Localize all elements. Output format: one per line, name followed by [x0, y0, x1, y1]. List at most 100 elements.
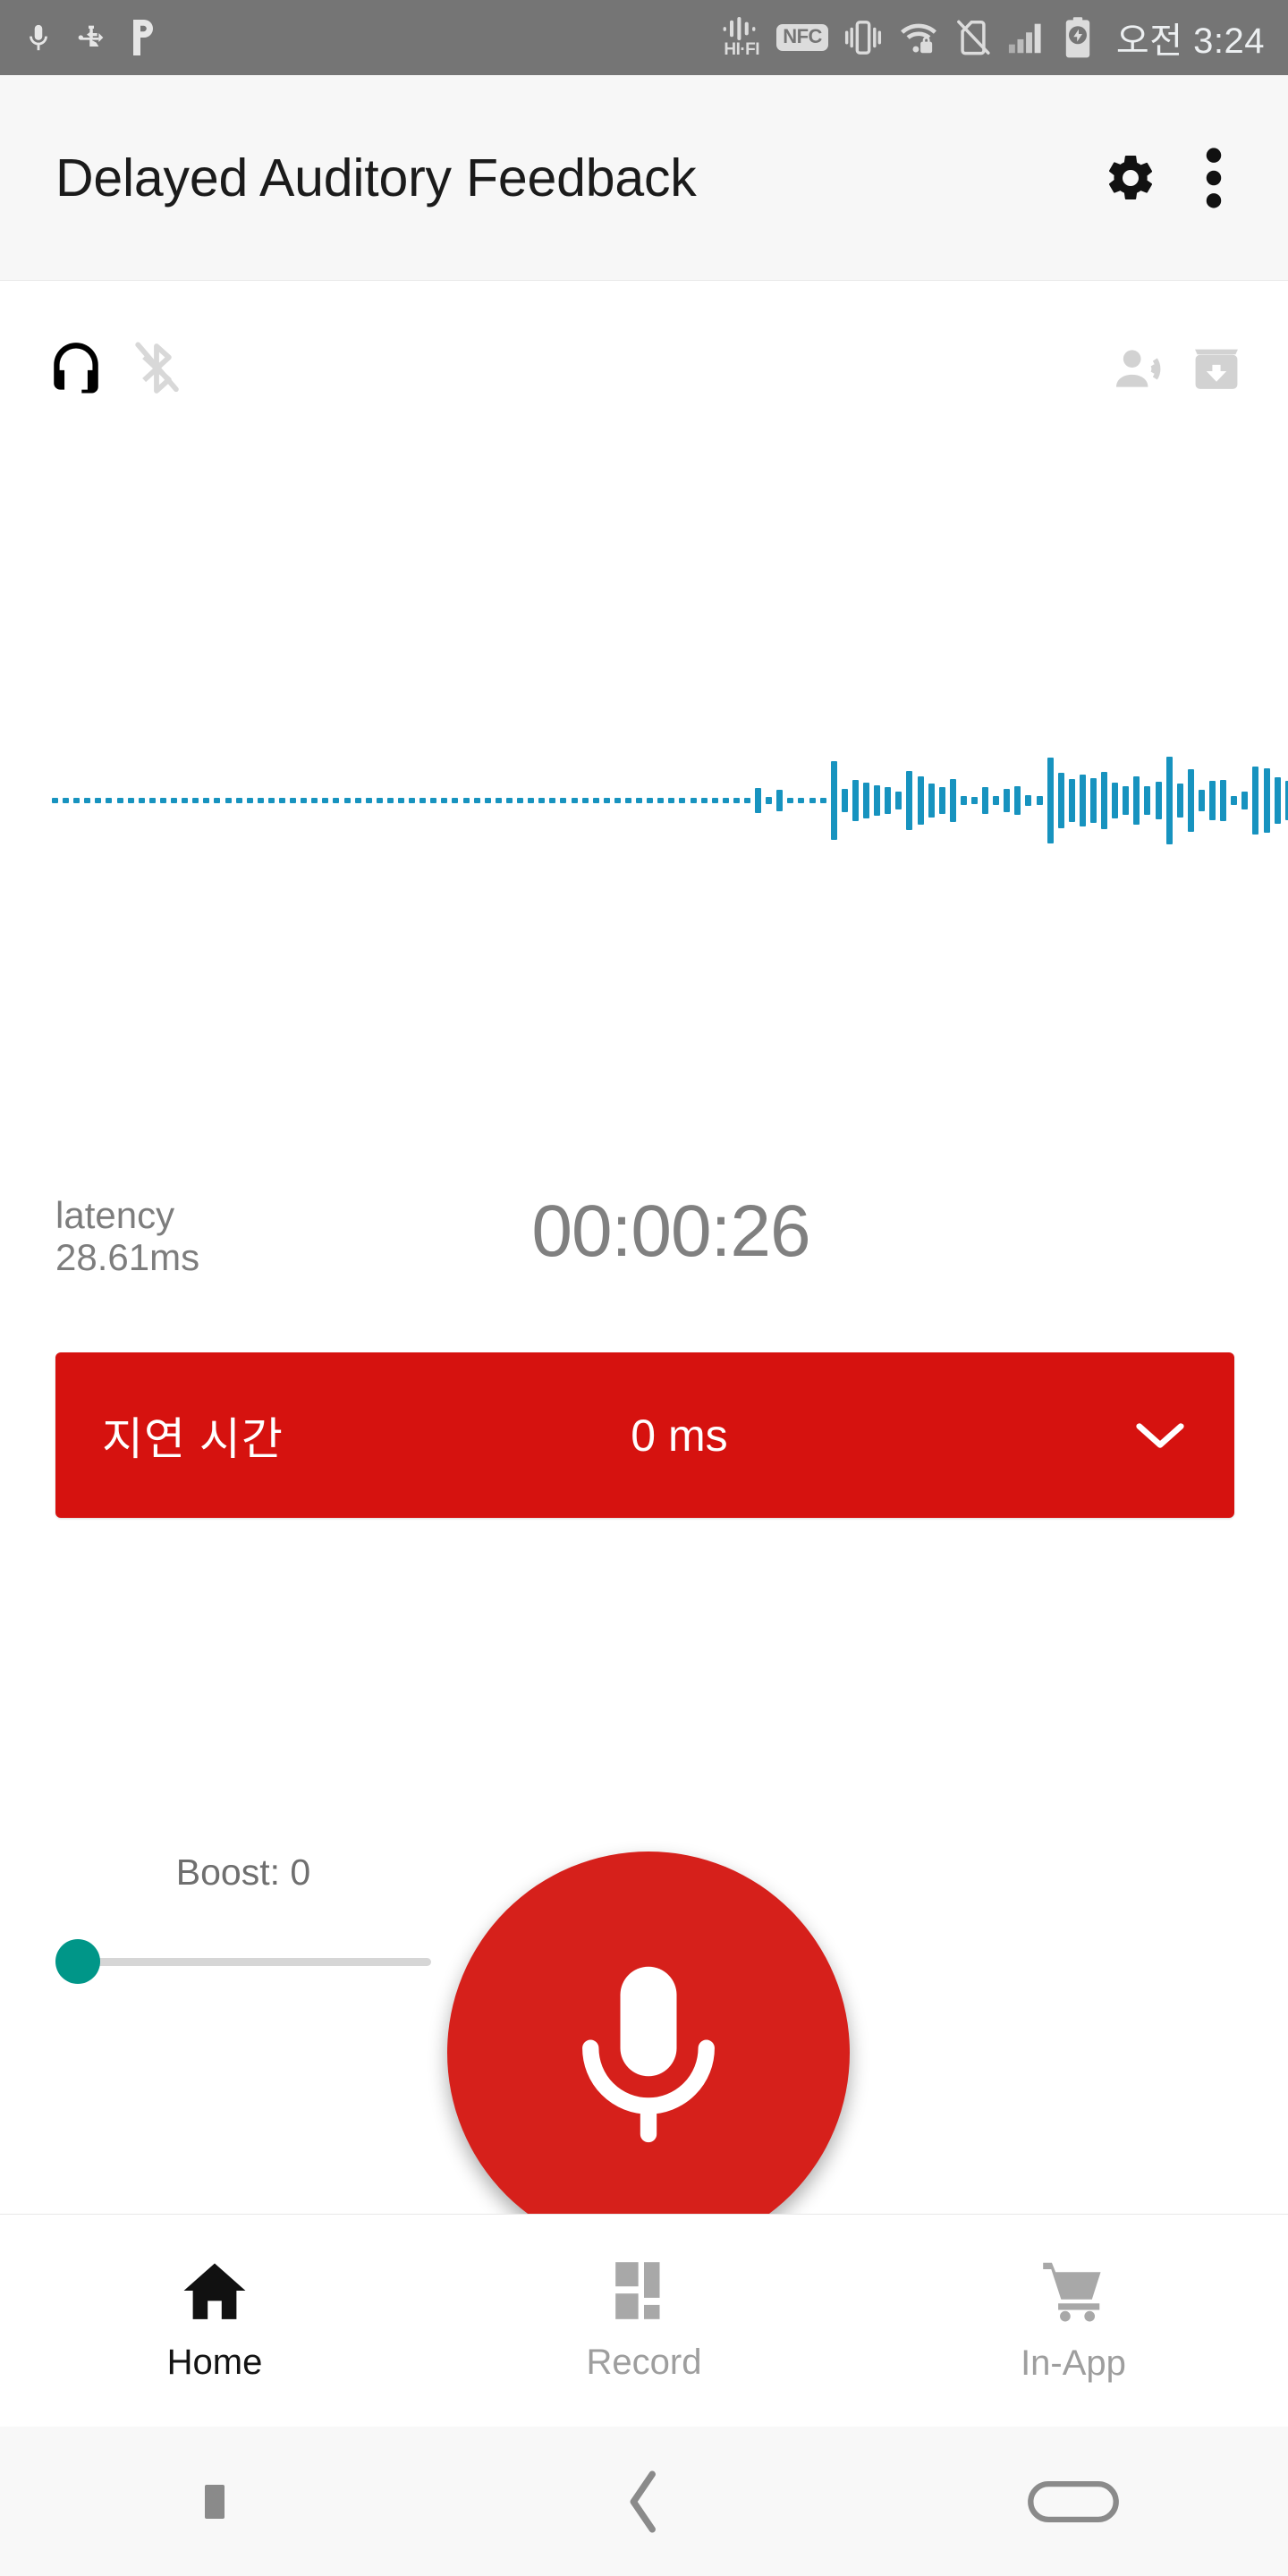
archive-download-icon[interactable] — [1191, 343, 1241, 394]
waveform-bar — [386, 798, 394, 803]
waveform-bar — [960, 796, 967, 805]
boost-slider-track[interactable] — [80, 1957, 431, 1966]
bluetooth-disabled-icon[interactable] — [131, 336, 182, 401]
waveform-bar — [776, 790, 784, 811]
waveform-bar — [744, 798, 750, 803]
overflow-menu-button[interactable] — [1204, 144, 1224, 212]
recents-button[interactable] — [0, 2484, 429, 2519]
waveform-bar — [257, 798, 264, 803]
boost-slider-thumb[interactable] — [55, 1939, 100, 1984]
waveform-bar — [841, 789, 848, 812]
app-bar: Delayed Auditory Feedback — [0, 75, 1288, 281]
waveform-bar — [171, 798, 178, 803]
waveform-bar — [722, 798, 729, 803]
waveform-bar — [419, 798, 427, 803]
back-icon — [630, 2470, 656, 2533]
waveform-bar — [182, 798, 189, 803]
device-status-right — [1114, 343, 1241, 394]
waveform-bar — [614, 798, 621, 803]
waveform-bar — [819, 798, 826, 803]
waveform-bar — [1004, 789, 1011, 812]
waveform-bar — [1133, 776, 1140, 825]
nav-item-record[interactable]: Record — [429, 2258, 859, 2383]
waveform-bar — [1014, 786, 1021, 815]
waveform-bar — [462, 798, 470, 803]
waveform-bar — [267, 798, 275, 803]
waveform-bar — [874, 785, 881, 816]
status-bar-right-icons: HI·FI NFC 오전 3:24 — [721, 12, 1265, 64]
dashboard-tiles-icon — [615, 2262, 660, 2319]
waveform-bar — [657, 798, 665, 803]
waveform-bar — [116, 798, 123, 803]
waveform-bar — [668, 798, 675, 803]
waveform-bar — [581, 798, 589, 803]
audio-waveform — [52, 720, 1288, 881]
headset-icon[interactable] — [47, 339, 106, 398]
waveform-bar — [301, 798, 308, 803]
shopping-cart-icon — [1043, 2262, 1101, 2322]
waveform-bar — [538, 798, 546, 803]
waveform-bar — [106, 798, 113, 803]
recents-icon — [205, 2484, 225, 2519]
waveform-bar — [528, 798, 535, 803]
waveform-bar — [84, 798, 91, 803]
waveform-bar — [798, 798, 805, 803]
nav-label-record: Record — [586, 2343, 702, 2382]
waveform-bar — [809, 798, 816, 803]
nav-item-home[interactable]: Home — [0, 2258, 429, 2383]
waveform-bar — [73, 798, 80, 803]
waveform-bar — [225, 798, 232, 803]
waveform-bar — [409, 798, 416, 803]
waveform-bar — [376, 798, 383, 803]
waveform-bar — [517, 798, 524, 803]
settings-button[interactable] — [1104, 151, 1157, 205]
home-button[interactable] — [859, 2478, 1288, 2526]
waveform-bar — [365, 798, 372, 803]
waveform-bar — [495, 798, 502, 803]
waveform-bar — [1187, 769, 1194, 832]
waveform-bar — [278, 798, 285, 803]
waveform-bar — [398, 798, 404, 803]
waveform-bar — [138, 798, 145, 803]
waveform-bar — [452, 798, 459, 803]
waveform-bar — [311, 798, 318, 803]
boost-slider[interactable] — [55, 1939, 431, 1984]
nfc-icon: NFC — [776, 24, 828, 51]
waveform-bar — [214, 798, 221, 803]
waveform-bar — [1231, 796, 1238, 805]
waveform-bar — [970, 797, 978, 804]
waveform-bar — [95, 798, 102, 803]
waveform-bar — [1263, 768, 1270, 833]
waveform-bar — [1176, 784, 1183, 818]
record-button[interactable] — [447, 1852, 850, 2254]
bottom-navigation: Home Record In-App — [0, 2214, 1288, 2427]
more-vertical-icon — [1206, 147, 1222, 208]
waveform-bar — [192, 798, 199, 803]
android-system-nav — [0, 2427, 1288, 2576]
waveform-bar — [159, 798, 166, 803]
waveform-bar — [906, 771, 913, 830]
delay-time-dropdown[interactable]: 지연 시간 0 ms — [55, 1352, 1234, 1518]
waveform-bar — [636, 798, 643, 803]
app-bar-actions — [1104, 144, 1233, 212]
device-status-left — [47, 336, 182, 401]
waveform-bar — [1241, 792, 1249, 809]
waveform-bar — [1101, 772, 1108, 829]
waveform-bar — [1068, 779, 1075, 822]
nav-item-in-app[interactable]: In-App — [859, 2258, 1288, 2384]
back-button[interactable] — [429, 2469, 859, 2535]
waveform-bar — [982, 787, 989, 814]
status-bar-clock: 오전 3:24 — [1115, 21, 1265, 61]
voice-over-person-icon[interactable] — [1114, 345, 1172, 392]
waveform-bar — [473, 798, 480, 803]
waveform-bar — [603, 798, 610, 803]
waveform-bar — [679, 798, 686, 803]
phone-screen: HI·FI NFC 오전 3:24 Delayed Auditory Feedb… — [0, 0, 1288, 2576]
waveform-bar — [246, 798, 253, 803]
waveform-bar — [895, 792, 902, 809]
waveform-bar — [787, 798, 794, 803]
delay-time-value: 0 ms — [631, 1410, 728, 1461]
main-content: latency 28.61ms 00:00:26 지연 시간 0 ms Boos… — [0, 282, 1288, 2254]
waveform-bar — [441, 798, 448, 803]
boost-control: Boost: 0 — [55, 1852, 431, 1984]
